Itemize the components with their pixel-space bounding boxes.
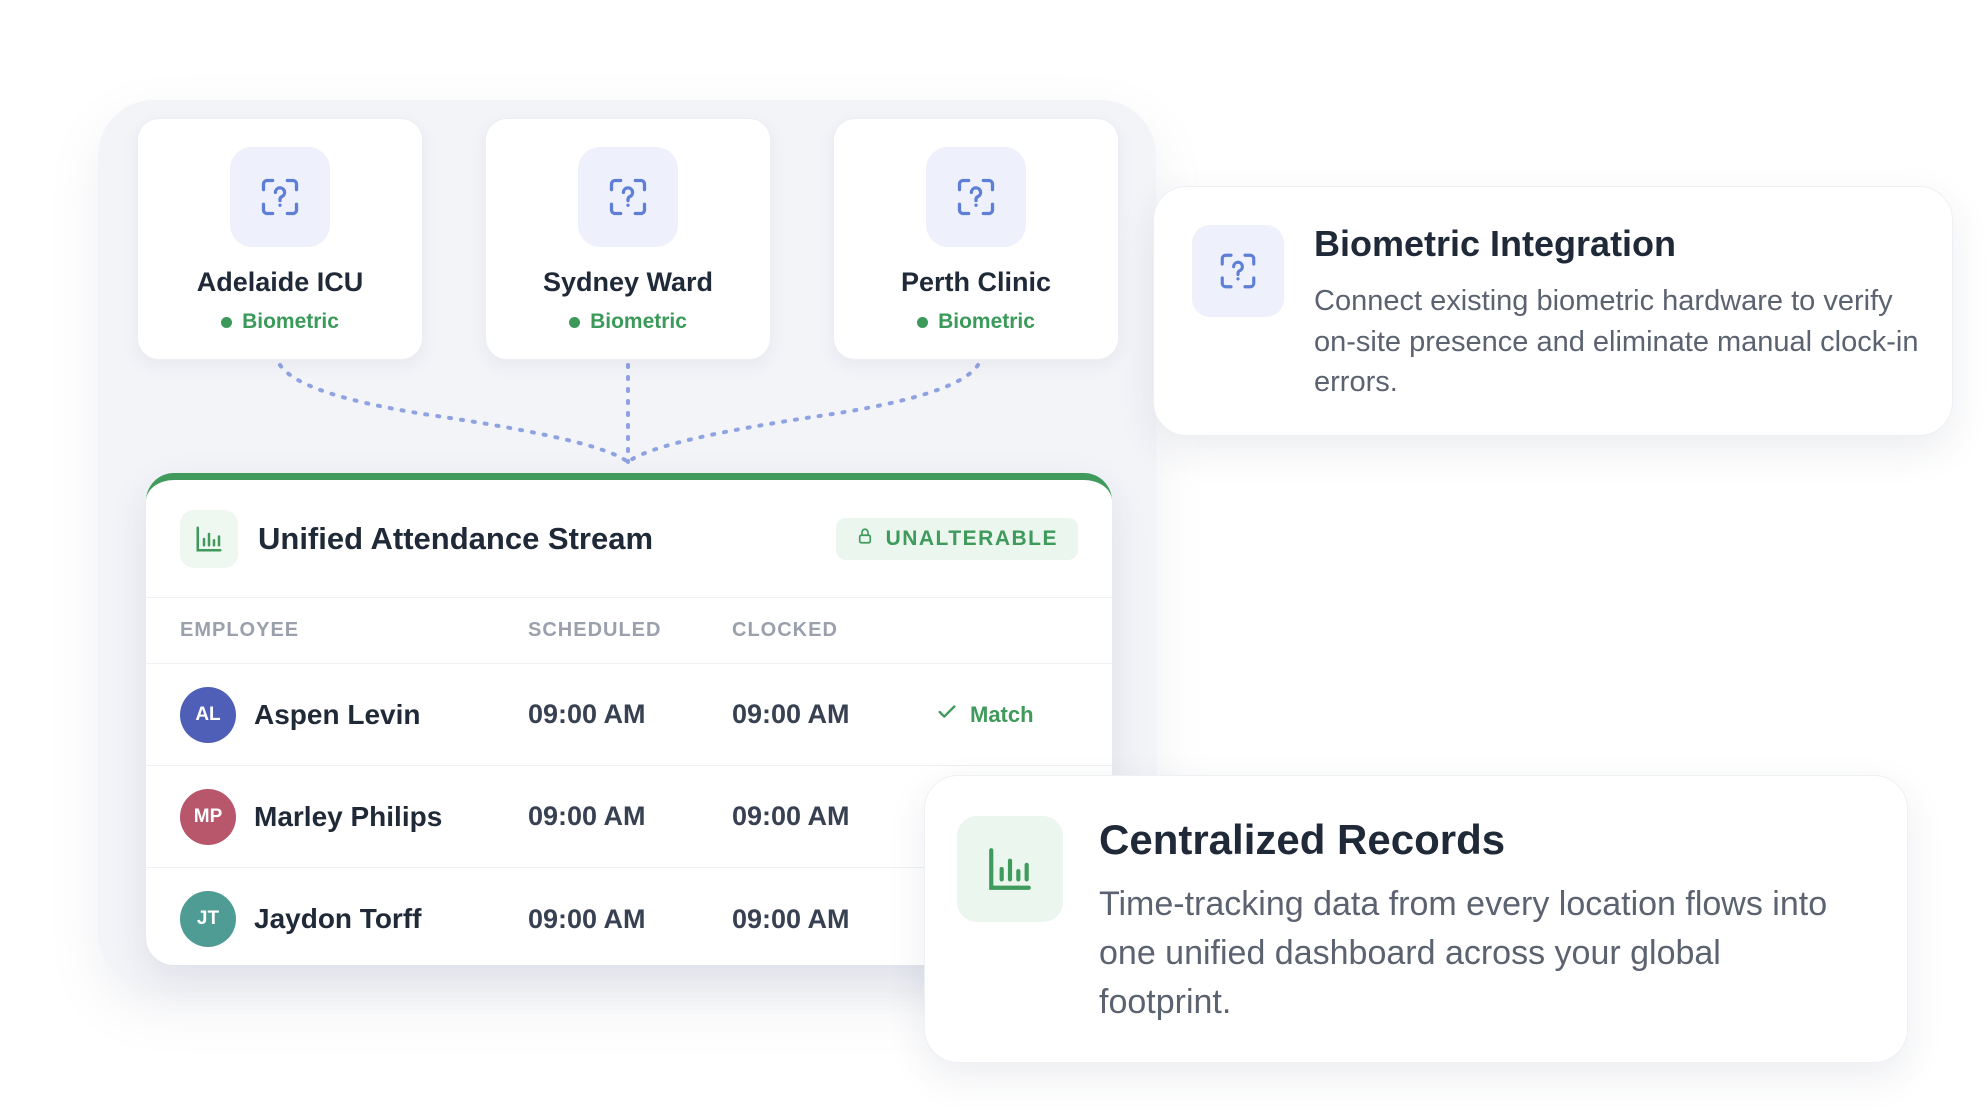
status-label: Biometric <box>938 310 1035 333</box>
face-scan-icon <box>578 147 678 247</box>
site-status: Biometric <box>917 310 1035 334</box>
avatar: AL <box>180 686 236 743</box>
avatar: MP <box>180 788 236 845</box>
status-dot <box>569 316 581 328</box>
scheduled-time: 09:00 AM <box>528 699 646 729</box>
check-icon <box>936 701 958 729</box>
site-card-perth[interactable]: Perth Clinic Biometric <box>833 118 1119 360</box>
face-scan-icon <box>230 147 330 247</box>
match-label: Match <box>970 701 1034 727</box>
site-status: Biometric <box>569 310 687 334</box>
table-header: EMPLOYEE SCHEDULED CLOCKED <box>146 598 1112 664</box>
scheduled-time: 09:00 AM <box>528 903 646 934</box>
column-clocked: CLOCKED <box>732 619 838 641</box>
column-scheduled: SCHEDULED <box>528 619 662 641</box>
lock-icon <box>856 526 874 552</box>
feature-title: Centralized Records <box>1099 816 1506 863</box>
badge-label: UNALTERABLE <box>885 526 1058 550</box>
avatar: JT <box>180 891 236 947</box>
site-card-sydney[interactable]: Sydney Ward Biometric <box>485 118 771 360</box>
face-scan-icon <box>1192 225 1284 317</box>
feature-card-records: Centralized Records Time-tracking data f… <box>924 775 1908 1063</box>
bar-chart-icon <box>957 816 1063 922</box>
table-row[interactable]: AL Aspen Levin 09:00 AM 09:00 AM Match <box>146 664 1112 766</box>
clocked-time: 09:00 AM <box>732 903 850 934</box>
feature-description: Time-tracking data from every location f… <box>1099 885 1828 1021</box>
site-name: Adelaide ICU <box>196 267 364 297</box>
column-employee: EMPLOYEE <box>180 619 300 641</box>
feature-card-biometric: Biometric Integration Connect existing b… <box>1153 186 1953 436</box>
employee-name: Marley Philips <box>254 800 443 832</box>
clocked-time: 09:00 AM <box>732 699 850 729</box>
status-dot <box>221 316 233 328</box>
status-label: Biometric <box>242 310 339 333</box>
employee-name: Aspen Levin <box>254 698 421 730</box>
clocked-time: 09:00 AM <box>732 801 850 831</box>
scheduled-time: 09:00 AM <box>528 801 646 831</box>
employee-name: Jaydon Torff <box>254 903 422 934</box>
match-status: Match <box>936 701 1034 729</box>
face-scan-icon <box>926 147 1026 247</box>
status-label: Biometric <box>590 310 687 333</box>
unalterable-badge: UNALTERABLE <box>835 517 1078 560</box>
bar-chart-icon <box>180 509 238 568</box>
stream-title: Unified Attendance Stream <box>258 520 654 556</box>
site-name: Perth Clinic <box>900 267 1052 297</box>
site-name: Sydney Ward <box>542 267 714 297</box>
feature-title: Biometric Integration <box>1314 223 1677 264</box>
stream-header: Unified Attendance Stream UNALTERABLE <box>146 480 1112 598</box>
feature-description: Connect existing biometric hardware to v… <box>1314 285 1919 399</box>
site-card-adelaide[interactable]: Adelaide ICU Biometric <box>137 118 423 360</box>
status-dot <box>917 316 929 328</box>
site-status: Biometric <box>221 310 339 334</box>
